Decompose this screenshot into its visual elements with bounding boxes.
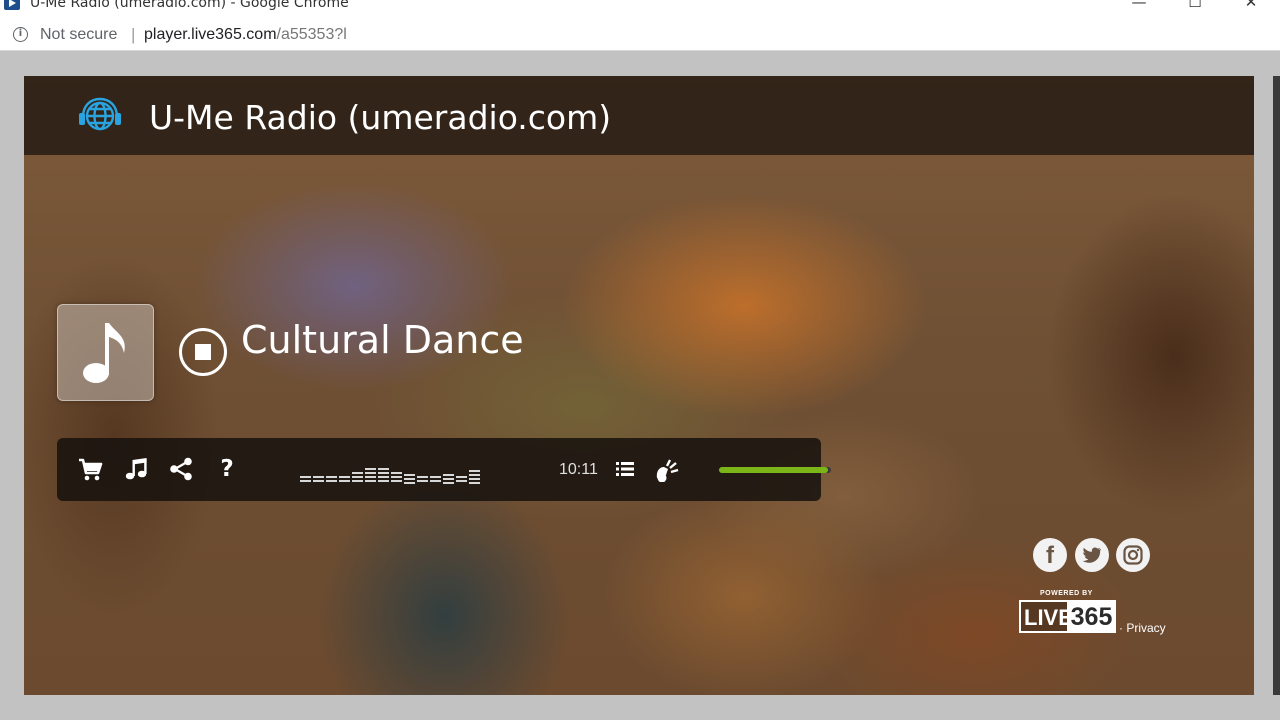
live365-logo-text: LIVE bbox=[1024, 605, 1073, 630]
maximize-button[interactable]: ☐ bbox=[1172, 0, 1218, 14]
question-mark-icon[interactable]: ? bbox=[214, 456, 240, 482]
url-host: player.live365.com bbox=[144, 26, 277, 43]
play-time: 10:11 bbox=[559, 461, 598, 478]
live365-logo-number: 365 bbox=[1067, 602, 1116, 631]
facebook-icon[interactable]: f bbox=[1033, 538, 1067, 572]
player-controls: ? 10:11 bbox=[57, 438, 831, 501]
info-icon[interactable]: i bbox=[13, 27, 28, 42]
share-icon[interactable] bbox=[168, 456, 194, 482]
close-button[interactable]: ✕ bbox=[1228, 0, 1274, 14]
security-label[interactable]: Not secure bbox=[40, 26, 117, 44]
station-title: U-Me Radio (umeradio.com) bbox=[149, 98, 612, 137]
track-title: Cultural Dance bbox=[241, 318, 524, 362]
window-title: U-Me Radio (umeradio.com) - Google Chrom… bbox=[30, 0, 349, 11]
privacy-separator: · bbox=[1119, 621, 1123, 635]
radio-player: U-Me Radio (umeradio.com) Cultural Dance bbox=[24, 76, 1254, 695]
music-note-icon bbox=[83, 323, 125, 383]
address-bar[interactable]: i Not secure | player.live365.com/a55353… bbox=[0, 18, 1280, 51]
privacy-link[interactable]: · Privacy bbox=[1119, 621, 1166, 635]
shopping-cart-icon[interactable] bbox=[77, 456, 103, 482]
volume-slider[interactable] bbox=[719, 467, 831, 473]
list-icon[interactable] bbox=[615, 460, 635, 478]
stop-button[interactable] bbox=[179, 328, 227, 376]
privacy-label: Privacy bbox=[1126, 621, 1166, 635]
player-header: U-Me Radio (umeradio.com) bbox=[24, 76, 1254, 155]
url-text[interactable]: player.live365.com/a55353?l bbox=[144, 26, 347, 44]
volume-level bbox=[719, 467, 828, 473]
powered-by-label: POWERED BY bbox=[1040, 590, 1093, 597]
album-art bbox=[57, 304, 154, 401]
url-path: /a55353?l bbox=[276, 26, 347, 43]
window-edge bbox=[1273, 76, 1280, 695]
window-titlebar: U-Me Radio (umeradio.com) - Google Chrom… bbox=[0, 0, 1280, 18]
address-separator: | bbox=[131, 25, 136, 44]
live365-logo[interactable]: LIVE 365 bbox=[1019, 600, 1116, 633]
instagram-icon[interactable] bbox=[1116, 538, 1150, 572]
equalizer-visualizer bbox=[300, 464, 496, 484]
volume-icon[interactable] bbox=[654, 458, 680, 482]
music-note-icon[interactable] bbox=[123, 456, 149, 482]
minimize-button[interactable]: — bbox=[1116, 0, 1162, 14]
globe-headphones-icon bbox=[79, 97, 121, 131]
app-icon bbox=[4, 0, 20, 10]
twitter-icon[interactable] bbox=[1075, 538, 1109, 572]
